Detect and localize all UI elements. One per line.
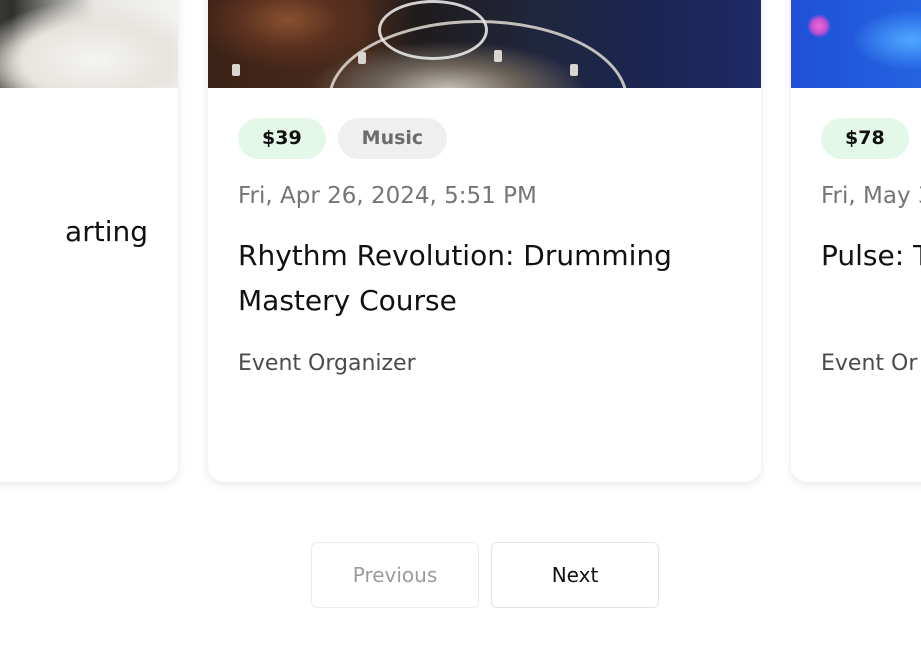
drum-lug: [570, 64, 578, 76]
event-image: [791, 0, 921, 88]
drum-lug: [358, 52, 366, 64]
event-title[interactable]: Pulse: T: [821, 233, 921, 323]
next-button[interactable]: Next: [491, 542, 659, 608]
price-badge: $78: [821, 118, 909, 159]
badge-row: $78: [821, 118, 921, 159]
event-card[interactable]: $39 Music Fri, Apr 26, 2024, 5:51 PM Rhy…: [208, 0, 761, 482]
event-organizer: Event Or: [821, 351, 918, 376]
event-title[interactable]: arting: [65, 209, 148, 299]
event-title[interactable]: Rhythm Revolution: Drumming Mastery Cour…: [238, 233, 731, 323]
event-carousel: arting $39 Music Fri, Apr 26, 2024, 5:51…: [0, 0, 921, 667]
drum-lug: [494, 50, 502, 62]
event-image: [208, 0, 761, 88]
event-card-body: $78 Fri, May 3 Pulse: T Event Or: [821, 118, 921, 376]
event-card-body: $39 Music Fri, Apr 26, 2024, 5:51 PM Rhy…: [238, 118, 731, 376]
category-badge[interactable]: Music: [337, 118, 448, 159]
event-date: Fri, May 3: [821, 183, 921, 209]
event-card[interactable]: arting: [0, 0, 178, 482]
event-image: [0, 0, 178, 88]
event-organizer: Event Organizer: [238, 351, 416, 376]
drum-lug: [232, 64, 240, 76]
previous-button[interactable]: Previous: [311, 542, 479, 608]
price-badge: $39: [238, 118, 326, 159]
badge-row: $39 Music: [238, 118, 731, 159]
event-date: Fri, Apr 26, 2024, 5:51 PM: [238, 183, 537, 209]
drum-shape: [378, 0, 488, 60]
event-card[interactable]: $78 Fri, May 3 Pulse: T Event Or: [791, 0, 921, 482]
